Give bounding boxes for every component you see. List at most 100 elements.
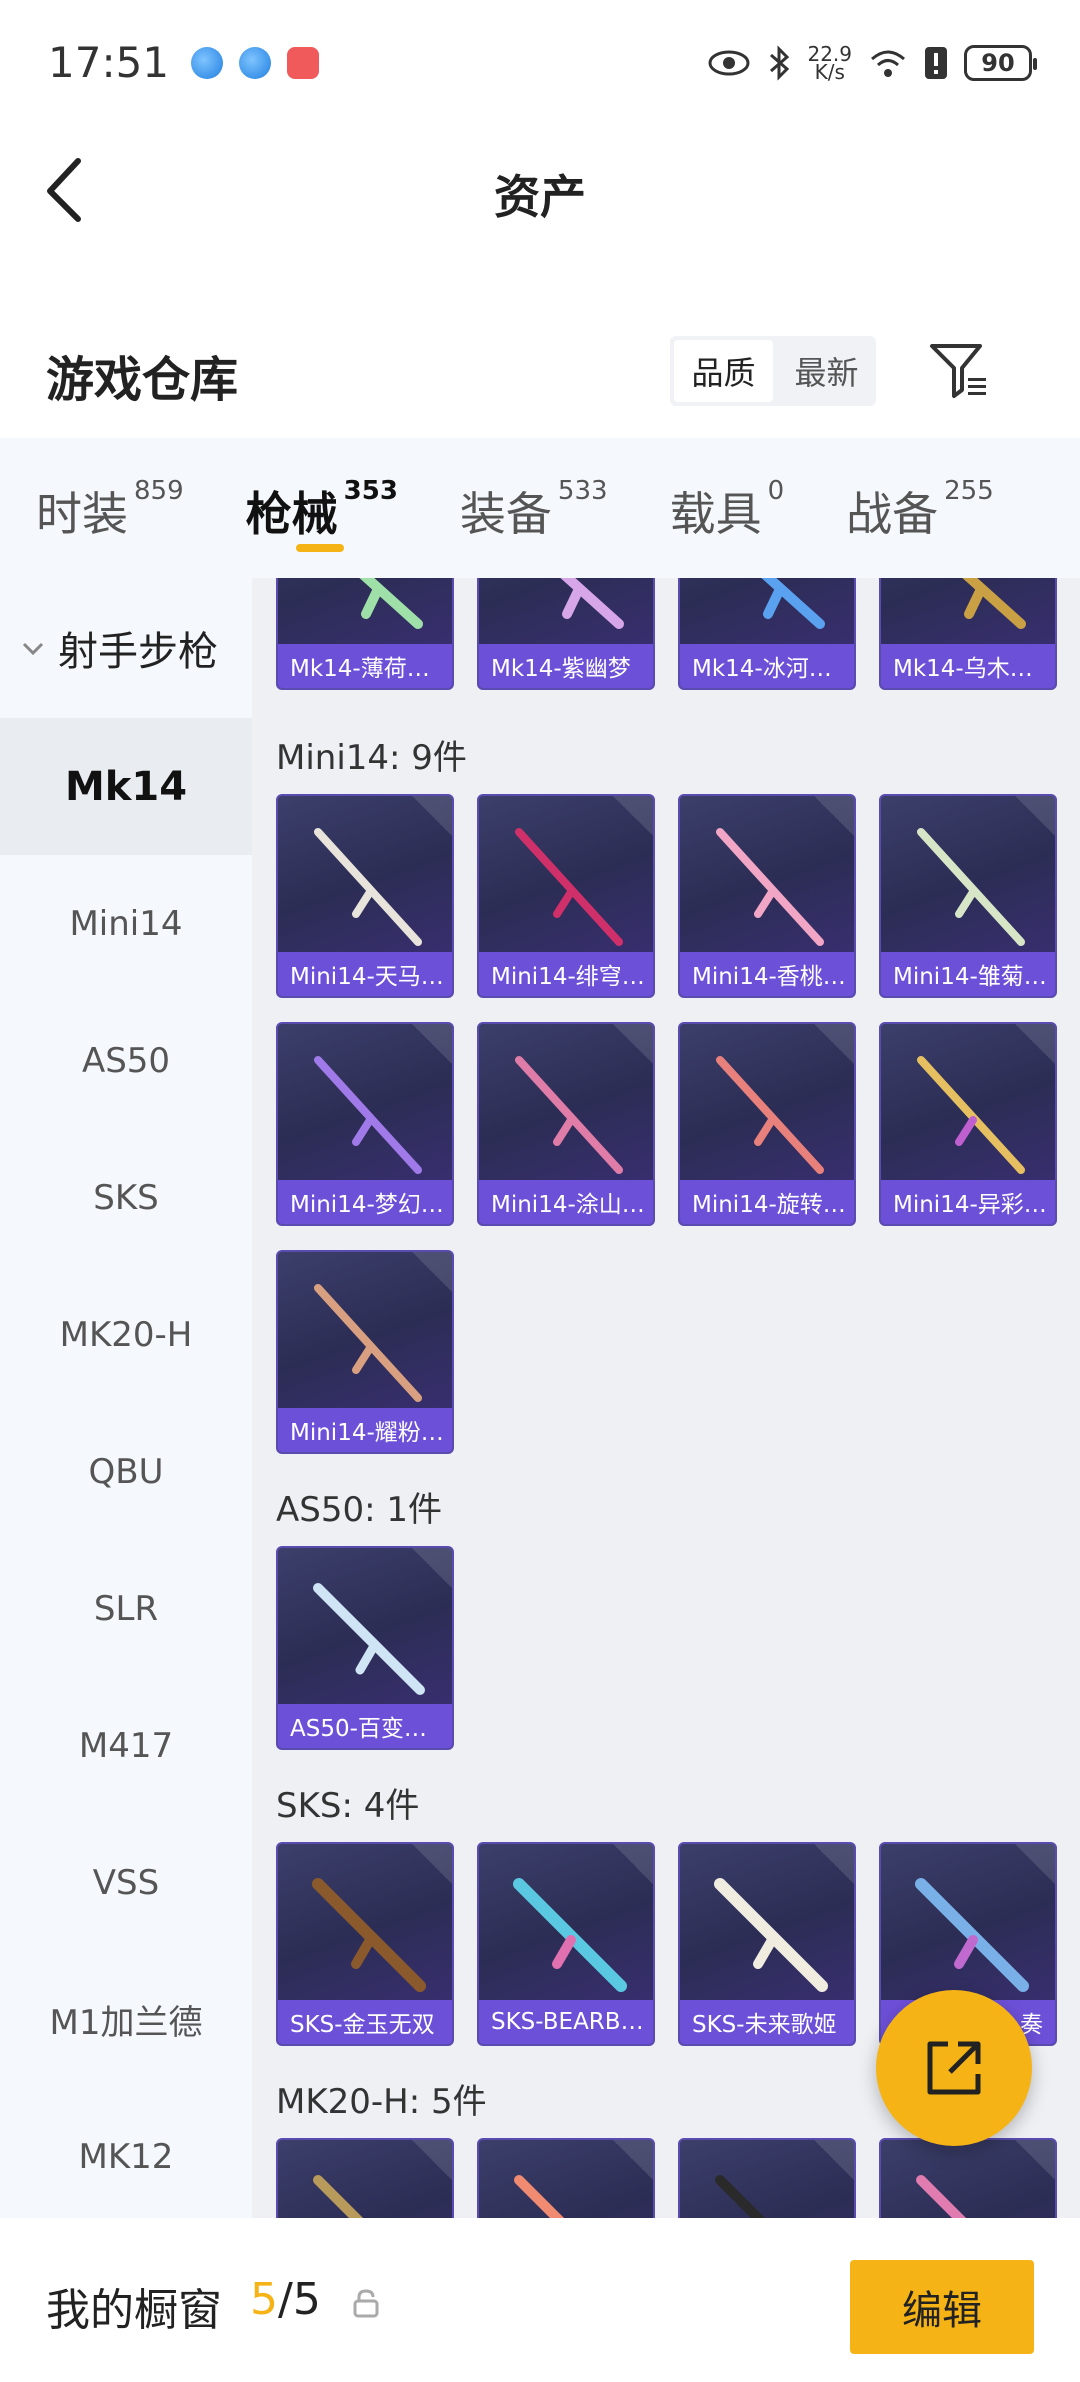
skin-card[interactable]: Mini14-绯穹… (477, 794, 655, 998)
tab-count: 0 (767, 476, 785, 506)
page-title: 资产 (494, 170, 586, 224)
sort-quality-button[interactable]: 品质 (674, 340, 773, 402)
tab-label: 枪械 (245, 487, 338, 541)
skin-card[interactable]: Mini14-雏菊… (879, 794, 1057, 998)
sidebar-item-mini14[interactable]: Mini14 (0, 855, 252, 992)
eye-icon (708, 50, 750, 75)
tab-label: 战备 (846, 487, 939, 541)
rifle-icon (314, 828, 422, 946)
skin-card[interactable]: Mini14-香桃… (678, 794, 856, 998)
skin-card[interactable] (678, 2138, 856, 2218)
sort-latest-button[interactable]: 最新 (777, 336, 876, 406)
skin-card[interactable]: Mini14-耀粉… (276, 1250, 454, 1454)
sidebar-item-mk14[interactable]: Mk14 (0, 718, 252, 855)
rifle-icon (917, 828, 1025, 946)
section-title-mk20h: MK20-H: 5件 (276, 2082, 487, 2122)
status-bar: 17:51 22.9 K/s 90 (0, 0, 1080, 125)
skin-card-label: Mk14-乌木… (881, 644, 1055, 688)
skin-card[interactable]: Mini14-异彩… (879, 1022, 1057, 1226)
skin-card-label: Mini14-涂山… (479, 1180, 653, 1224)
sidebar-item-slr[interactable]: SLR (0, 1540, 252, 1677)
skin-card-label: Mini14-香桃… (680, 952, 854, 996)
skin-card-label: Mini14-绯穹… (479, 952, 653, 996)
sort-toggle: 品质 最新 (670, 336, 876, 406)
sidebar-item-as50[interactable]: AS50 (0, 992, 252, 1129)
warehouse-title: 游戏仓库 (46, 352, 239, 408)
skin-card[interactable]: Mini14-天马… (276, 794, 454, 998)
skin-card[interactable] (276, 2138, 454, 2218)
rifle-icon (515, 828, 623, 946)
lock-icon (353, 2289, 379, 2318)
tab-label: 载具 (669, 487, 762, 541)
skin-card[interactable]: Mini14-旋转… (678, 1022, 856, 1226)
share-button[interactable] (876, 1990, 1032, 2146)
skin-card[interactable]: SKS-未来歌姬 (678, 1842, 856, 2046)
alert-icon (925, 46, 947, 79)
skin-card[interactable]: Mini14-涂山… (477, 1022, 655, 1226)
rifle-icon (514, 2175, 565, 2218)
skin-card[interactable]: Mk14-薄荷… (276, 578, 454, 690)
rifle-icon (761, 578, 825, 629)
status-time: 17:51 (48, 38, 170, 87)
section-title-as50: AS50: 1件 (276, 1490, 442, 1530)
skin-card[interactable]: Mk14-紫幽梦 (477, 578, 655, 690)
active-tab-indicator (295, 544, 344, 552)
rifle-icon (716, 828, 824, 946)
sidebar-item-sks[interactable]: SKS (0, 1129, 252, 1266)
sidebar-item-m1-garand[interactable]: M1加兰德 (0, 1951, 252, 2088)
showcase-count-current: 5 (250, 2274, 278, 2325)
sidebar-item-mk12[interactable]: MK12 (0, 2088, 252, 2225)
skin-card-label: Mini14-雏菊… (881, 952, 1055, 996)
tab-vehicles[interactable]: 载具 0 (670, 438, 785, 544)
skin-card[interactable] (477, 2138, 655, 2218)
weapon-sidebar: 射手步枪 Mk14 Mini14 AS50 SKS MK20-H QBU SLR… (0, 578, 252, 2218)
skin-card[interactable]: SKS-BEARB… (477, 1842, 655, 2046)
skin-card-label: Mini14-异彩… (881, 1180, 1055, 1224)
skin-card-label: SKS-金玉无双 (278, 2000, 452, 2044)
rifle-icon (916, 2175, 967, 2218)
sidebar-group-marksman[interactable]: 射手步枪 (0, 578, 252, 718)
showcase-count: 5/5 (250, 2274, 321, 2325)
showcase-count-total: /5 (278, 2274, 321, 2325)
tab-count: 859 (134, 476, 184, 506)
chevron-down-icon (22, 642, 44, 656)
network-speed: 22.9 K/s (807, 44, 852, 84)
tab-firearms[interactable]: 枪械 353 (245, 438, 398, 552)
skin-card[interactable]: Mk14-冰河… (678, 578, 856, 690)
skin-card[interactable] (879, 2138, 1057, 2218)
app-notification-icon (191, 46, 224, 79)
tab-equipment[interactable]: 装备 533 (460, 438, 608, 544)
rifle-icon (513, 1878, 627, 1992)
filter-icon[interactable] (928, 340, 992, 404)
app-notification-icon (239, 46, 272, 79)
sidebar-item-m417[interactable]: M417 (0, 1677, 252, 1814)
skin-card-label: Mini14-天马… (278, 952, 452, 996)
rifle-icon (515, 1056, 623, 1174)
tab-count: 353 (343, 476, 398, 506)
status-icons: 22.9 K/s 90 (707, 44, 1037, 84)
tab-fashion[interactable]: 时装 859 (36, 438, 184, 544)
rifle-icon (917, 1056, 1025, 1174)
skin-card[interactable]: AS50-百变… (276, 1546, 454, 1750)
tab-label: 时装 (36, 487, 128, 541)
rifle-icon (313, 2175, 364, 2218)
rifle-icon (560, 578, 624, 629)
sidebar-item-mk20h[interactable]: MK20-H (0, 1266, 252, 1403)
rifle-icon (716, 1056, 824, 1174)
tab-supplies[interactable]: 战备 255 (846, 438, 994, 544)
showcase-bar: 我的橱窗 5/5 编辑 (0, 2218, 1080, 2382)
skin-card[interactable]: Mini14-梦幻… (276, 1022, 454, 1226)
wifi-icon (871, 50, 905, 77)
edit-button[interactable]: 编辑 (850, 2260, 1034, 2354)
sidebar-item-vss[interactable]: VSS (0, 1814, 252, 1951)
skin-card-label: SKS-未来歌姬 (680, 2000, 854, 2044)
app-notification-icon (287, 46, 320, 79)
sidebar-item-qbu[interactable]: QBU (0, 1403, 252, 1540)
skin-card[interactable]: SKS-金玉无双 (276, 1842, 454, 2046)
speed-unit: K/s (814, 59, 845, 84)
rifle-icon (314, 1056, 422, 1174)
battery-indicator: 90 (964, 44, 1037, 81)
app-header: 资产 (0, 125, 1080, 250)
share-external-icon (927, 2041, 981, 2095)
skin-card[interactable]: Mk14-乌木… (879, 578, 1057, 690)
